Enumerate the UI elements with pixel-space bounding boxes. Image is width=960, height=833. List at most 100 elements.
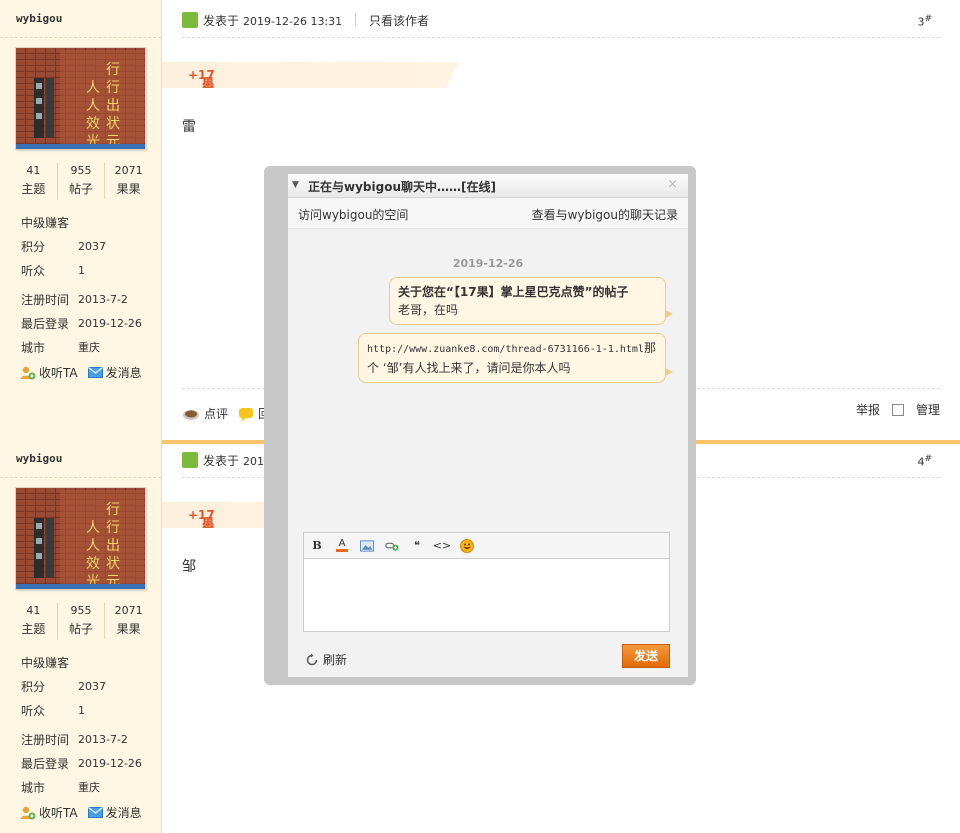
image-button[interactable] — [360, 539, 374, 553]
code-button[interactable]: <> — [433, 539, 451, 553]
info-row: 城市 重庆 — [21, 336, 151, 360]
stat-points[interactable]: 2071 果果 — [104, 603, 152, 639]
info-key: 积分 — [21, 240, 46, 254]
accepted-unit: 果果 — [202, 76, 215, 107]
chat-panel: ▼ 正在与wybigou聊天中……[在线] × 访问wybigou的空间 查看与… — [288, 174, 688, 677]
only-author-link[interactable]: 只看该作者 — [369, 12, 429, 29]
user-rank[interactable]: 中级赚客 — [21, 652, 151, 675]
refresh-icon — [306, 653, 318, 665]
quote-button[interactable]: ❝ — [410, 539, 424, 553]
collapse-icon[interactable]: ▼ — [292, 180, 299, 190]
accepted-unit: 果果 — [202, 516, 215, 547]
stat-label: 帖子 — [69, 622, 94, 636]
chat-history-link[interactable]: 查看与wybigou的聊天记录 — [532, 206, 678, 223]
post-body: 邹 — [182, 559, 196, 575]
stat-label: 主题 — [21, 182, 46, 196]
info-value: 2019-12-26 — [78, 317, 142, 330]
follow-button[interactable]: 收听TA — [20, 364, 78, 381]
emoji-button[interactable] — [460, 538, 474, 553]
message-editor: B A ❝ <> — [303, 532, 670, 632]
font-color-button[interactable]: A — [335, 539, 349, 553]
message-link[interactable]: http://www.zuanke8.com/thread-6731166-1-… — [367, 344, 644, 355]
info-value: 2013-7-2 — [78, 293, 128, 306]
avatar[interactable]: 行 人 行 人 出 效 状 光 元 — [15, 47, 146, 150]
stat-points[interactable]: 2071 果果 — [104, 163, 152, 199]
visit-space-link[interactable]: 访问wybigou的空间 — [298, 206, 408, 223]
svg-text:行: 行 — [106, 62, 120, 78]
chat-message: 关于您在“【17果】掌上星巴克点赞”的帖子 老哥，在吗 — [389, 277, 673, 325]
author-sidebar: wybigou 行 人 行 人 出 效 状 光 元 41 主题 955 帖子 2… — [0, 0, 162, 440]
chat-titlebar[interactable]: ▼ 正在与wybigou聊天中……[在线] × — [288, 174, 688, 198]
author-stats: 41 主题 955 帖子 2071 果果 — [10, 603, 152, 639]
floor-number[interactable]: 4# — [917, 454, 932, 469]
link-button[interactable] — [385, 539, 399, 553]
report-link[interactable]: 举报 — [856, 401, 880, 418]
stat-value: 955 — [70, 164, 92, 177]
svg-text:人: 人 — [86, 520, 100, 536]
svg-text:人: 人 — [86, 98, 100, 114]
author-actions: 收听TA 发消息 — [20, 364, 142, 381]
floor-number[interactable]: 3# — [917, 14, 932, 29]
svg-text:出: 出 — [106, 538, 120, 554]
info-key: 城市 — [21, 781, 46, 795]
post-body: 雷 — [182, 119, 196, 135]
follow-button[interactable]: 收听TA — [20, 804, 78, 821]
comment-button[interactable]: 点评 — [182, 405, 228, 422]
divider — [0, 477, 161, 478]
author-name[interactable]: wybigou — [16, 12, 62, 25]
info-key: 听众 — [21, 264, 46, 278]
divider — [0, 37, 161, 38]
info-row: 积分 2037 — [21, 675, 151, 699]
stat-posts[interactable]: 955 帖子 — [56, 603, 105, 639]
chat-dialog: ▼ 正在与wybigou聊天中……[在线] × 访问wybigou的空间 查看与… — [264, 166, 696, 685]
info-key: 最后登录 — [21, 757, 70, 771]
svg-text:效: 效 — [86, 556, 100, 572]
svg-text:人: 人 — [86, 80, 100, 96]
stat-value: 2071 — [114, 604, 143, 617]
manage-checkbox[interactable] — [891, 403, 904, 416]
svg-text:状: 状 — [106, 556, 120, 572]
avatar[interactable]: 行 人 行 人 出 效 状 光 元 — [15, 487, 146, 590]
floor-mark: # — [924, 454, 932, 464]
svg-text:出: 出 — [106, 98, 120, 114]
smiley-icon — [460, 538, 474, 553]
author-sidebar: wybigou 行 人 行 人 出 效 状 光 元 41 主题 955 帖子 2… — [0, 440, 162, 833]
manage-link[interactable]: 管理 — [916, 401, 940, 418]
message-line: 个 ‘邹’有人找上来了，请问是你本人吗 — [367, 361, 571, 375]
svg-text:行: 行 — [106, 520, 120, 536]
accepted-text: 已采纳 +17 果果 — [182, 68, 215, 88]
stat-value: 2071 — [114, 164, 143, 177]
svg-text:状: 状 — [106, 116, 120, 132]
close-icon[interactable]: × — [667, 177, 678, 192]
user-online-icon — [182, 12, 198, 28]
info-row: 听众 1 — [21, 699, 151, 723]
post-header: 发表于 2019-12-26 13:31 只看该作者 3# — [182, 10, 940, 38]
message-textarea[interactable] — [304, 559, 669, 631]
bold-button[interactable]: B — [310, 539, 324, 553]
refresh-button[interactable]: 刷新 — [305, 651, 347, 668]
send-button[interactable]: 发送 — [622, 644, 670, 668]
author-name[interactable]: wybigou — [16, 452, 62, 465]
color-bar — [336, 549, 348, 552]
font-color-icon: A — [338, 538, 346, 549]
user-rank[interactable]: 中级赚客 — [21, 212, 151, 235]
svg-text:人: 人 — [86, 538, 100, 554]
info-value: 1 — [78, 704, 85, 717]
info-key: 城市 — [21, 341, 46, 355]
chat-message: http://www.zuanke8.com/thread-6731166-1-… — [358, 333, 673, 383]
stat-topics[interactable]: 41 主题 — [10, 163, 57, 199]
comment-label: 点评 — [204, 407, 229, 421]
info-row: 注册时间 2013-7-2 — [21, 728, 151, 752]
info-row: 最后登录 2019-12-26 — [21, 752, 151, 776]
stat-topics[interactable]: 41 主题 — [10, 603, 57, 639]
send-message-button[interactable]: 发消息 — [87, 804, 142, 821]
follow-label: 收听TA — [39, 806, 78, 820]
stat-value: 41 — [26, 604, 41, 617]
author-info: 中级赚客 积分 2037 听众 1 注册时间 2013-7-2 最后登录 2019-12… — [21, 652, 151, 800]
info-value: 2037 — [78, 680, 106, 693]
send-message-button[interactable]: 发消息 — [87, 364, 142, 381]
info-value: 2019-12-26 — [78, 757, 142, 770]
chat-links: 访问wybigou的空间 查看与wybigou的聊天记录 — [288, 199, 688, 229]
stat-posts[interactable]: 955 帖子 — [56, 163, 105, 199]
posted-time-value: 2019-12-26 13:31 — [243, 15, 343, 28]
